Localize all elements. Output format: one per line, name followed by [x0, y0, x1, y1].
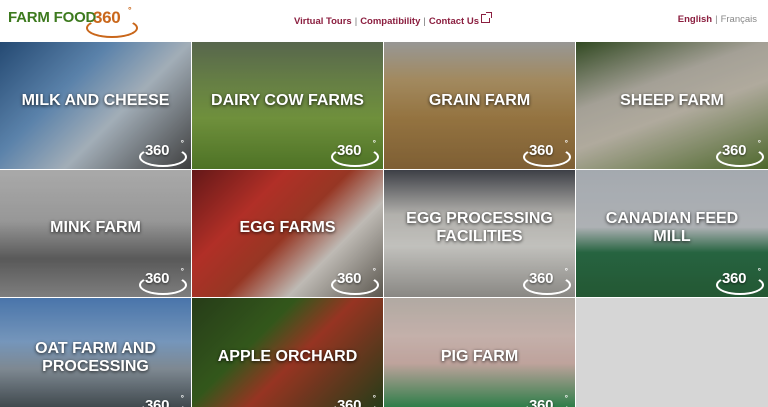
tile-label-line: CANADIAN FEED: [605, 210, 739, 227]
nav-separator: |: [354, 16, 358, 27]
logo-rotation-arc-icon: [86, 18, 138, 38]
tile-label: PIG FARM: [440, 348, 519, 365]
360-icon: 360 °: [139, 267, 187, 295]
360-icon: 360 °: [139, 139, 187, 167]
tile-label: MINK FARM: [50, 219, 141, 236]
tile-label-line: EGG PROCESSING: [406, 210, 553, 227]
360-icon: 360 °: [716, 139, 764, 167]
360-icon: 360 °: [716, 267, 764, 295]
tile-label-line: PROCESSING: [42, 358, 149, 375]
360-icon: 360 °: [139, 394, 187, 407]
tour-tile-dairy-cow-farms[interactable]: DAIRY COW FARMS 360 °: [192, 42, 383, 169]
tour-grid: MILK AND CHEESE 360 ° DAIRY COW FARMS 36…: [0, 42, 768, 407]
main-nav: Virtual Tours | Compatibility | Contact Us: [294, 12, 492, 27]
tour-tile-apple-orchard[interactable]: APPLE ORCHARD 360 °: [192, 298, 383, 407]
language-switcher: English | Français: [678, 14, 757, 25]
site-header: FARM FOOD 360 ° Virtual Tours | Compatibil…: [0, 0, 768, 42]
logo-degree: °: [128, 5, 132, 15]
tour-tile-milk-and-cheese[interactable]: MILK AND CHEESE 360 °: [0, 42, 191, 169]
nav-contact-us-link[interactable]: Contact Us: [429, 16, 479, 27]
tour-tile-egg-farms[interactable]: EGG FARMS 360 °: [192, 170, 383, 297]
tour-tile-sheep-farm[interactable]: SHEEP FARM 360 °: [576, 42, 768, 169]
tour-tile-oat-farm-and-processing[interactable]: OAT FARM AND PROCESSING 360 °: [0, 298, 191, 407]
nav-virtual-tours-link[interactable]: Virtual Tours: [294, 16, 352, 27]
360-icon: 360 °: [523, 267, 571, 295]
tile-label: EGG FARMS: [239, 219, 336, 236]
360-icon: 360 °: [523, 394, 571, 407]
empty-tile: [576, 298, 768, 407]
tile-label: CANADIAN FEED MILL: [576, 210, 768, 246]
tile-label: EGG PROCESSING FACILITIES: [384, 210, 575, 246]
tile-label-line: OAT FARM AND: [35, 340, 156, 357]
360-icon: 360 °: [331, 267, 379, 295]
tile-label: DAIRY COW FARMS: [211, 92, 364, 109]
logo-text: FARM FOOD: [8, 9, 97, 26]
farm-food-360-logo[interactable]: FARM FOOD 360 °: [8, 5, 138, 38]
tile-label: GRAIN FARM: [428, 92, 531, 109]
nav-separator: |: [423, 16, 426, 27]
nav-compatibility-link[interactable]: Compatibility: [360, 16, 420, 27]
tile-label-line: FACILITIES: [436, 228, 523, 245]
lang-separator: |: [715, 14, 718, 25]
tour-tile-canadian-feed-mill[interactable]: CANADIAN FEED MILL 360 °: [576, 170, 768, 297]
tour-tile-mink-farm[interactable]: MINK FARM 360 °: [0, 170, 191, 297]
360-icon: 360 °: [331, 394, 379, 407]
lang-english[interactable]: English: [678, 14, 712, 25]
360-icon: 360 °: [523, 139, 571, 167]
tile-label: SHEEP FARM: [620, 92, 724, 109]
tour-tile-egg-processing-facilities[interactable]: EGG PROCESSING FACILITIES 360 °: [384, 170, 575, 297]
lang-francais[interactable]: Français: [721, 14, 757, 25]
tile-label-line: MILL: [653, 228, 691, 245]
tour-tile-grain-farm[interactable]: GRAIN FARM 360 °: [384, 42, 575, 169]
360-icon: 360 °: [331, 139, 379, 167]
tile-label: OAT FARM AND PROCESSING: [0, 340, 191, 376]
tile-label: MILK AND CHEESE: [21, 92, 170, 109]
tile-label: APPLE ORCHARD: [217, 348, 358, 365]
tour-tile-pig-farm[interactable]: PIG FARM 360 °: [384, 298, 575, 407]
external-link-icon: [480, 12, 492, 23]
